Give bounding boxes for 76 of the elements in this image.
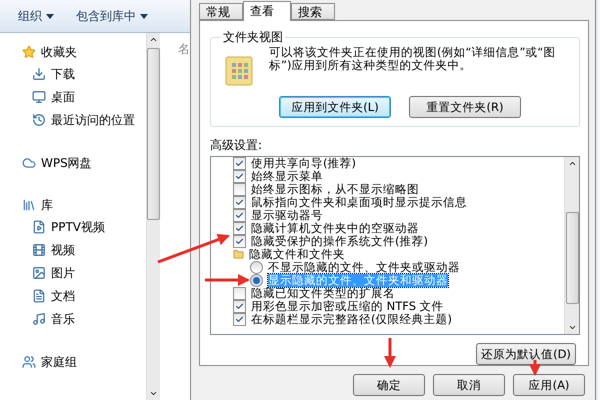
film-icon — [32, 243, 46, 257]
caret-icon — [46, 14, 54, 18]
option-label: 隐藏已知文件类型的扩展名 — [251, 287, 395, 300]
restore-defaults-button[interactable]: 还原为默认值(D) — [476, 343, 576, 365]
annotation-arrow — [384, 338, 396, 368]
nav-item[interactable]: 收藏夹 — [22, 41, 146, 63]
checkbox[interactable] — [233, 196, 246, 209]
option-label: 用彩色显示加密或压缩的 NTFS 文件 — [251, 300, 444, 313]
description-text: 可以将该文件夹正在使用的视图(例如“详细信息”或“图标”)应用到所有这种类型的文件夹中。 — [269, 46, 556, 72]
chevron-down-icon[interactable] — [149, 389, 158, 398]
annotation-arrow — [205, 274, 250, 286]
nav-item[interactable]: PPTV视频 — [32, 216, 146, 238]
option-label: 隐藏计算机文件夹中的空驱动器 — [251, 222, 419, 235]
image-icon — [32, 266, 46, 280]
download-icon — [32, 67, 46, 81]
option-label: 在标题栏显示完整路径(仅限经典主题) — [251, 313, 452, 326]
section-label: 高级设置: — [210, 137, 264, 154]
annotation-arrow — [529, 360, 541, 376]
nav-item[interactable]: 音乐 — [32, 308, 146, 330]
clock-icon — [32, 113, 46, 127]
checkbox[interactable] — [233, 235, 246, 248]
nav-item[interactable]: WPS网盘 — [22, 152, 146, 174]
scrollbar[interactable] — [146, 33, 160, 400]
monitor-icon — [32, 90, 46, 104]
nav-item[interactable]: 最近访问的位置 — [32, 109, 146, 131]
group-label: 隐藏文件和文件夹 — [249, 248, 345, 261]
document-icon — [32, 289, 46, 303]
nav-item[interactable]: 桌面 — [32, 86, 146, 108]
option-label: 使用共享向导(推荐) — [251, 157, 356, 170]
folder-view-button[interactable]: 重置文件夹(R) — [409, 96, 521, 118]
cloud-icon — [22, 156, 36, 170]
option-label: 显示驱动器号 — [251, 209, 323, 222]
star-icon — [22, 45, 36, 59]
checkbox[interactable] — [233, 183, 246, 196]
tab[interactable]: 查看 — [243, 1, 291, 21]
nav-item[interactable]: 图片 — [32, 262, 146, 284]
chevron-up-icon[interactable] — [568, 159, 576, 168]
nav-item[interactable]: 库 — [22, 194, 146, 216]
scrollbar[interactable] — [564, 157, 579, 334]
group-title: 文件夹视图 — [222, 29, 284, 46]
radio-button[interactable] — [250, 274, 263, 287]
option-label: 不显示隐藏的文件、文件夹或驱动器 — [268, 261, 460, 274]
tab[interactable]: 常规 — [199, 3, 243, 20]
option-label: 鼠标指向文件夹和桌面项时显示提示信息 — [251, 196, 467, 209]
music-icon — [32, 312, 46, 326]
caret-icon — [140, 14, 148, 18]
tab[interactable]: 搜索 — [291, 3, 335, 20]
checkbox[interactable] — [233, 170, 246, 183]
folder-view-button[interactable]: 应用到文件夹(L) — [279, 96, 391, 118]
column-header[interactable]: 名 — [178, 42, 190, 56]
dialog-button[interactable]: 确定 — [353, 374, 425, 396]
option-label: 始终显示图标，从不显示缩略图 — [251, 183, 419, 196]
checkbox[interactable] — [233, 287, 246, 300]
checkbox[interactable] — [233, 222, 246, 235]
option-label: 隐藏受保护的操作系统文件(推荐) — [251, 235, 428, 248]
dialog-button[interactable]: 取消 — [433, 374, 505, 396]
checkbox[interactable] — [233, 157, 246, 170]
checkbox[interactable] — [233, 209, 246, 222]
nav-item[interactable]: 视频 — [32, 239, 146, 261]
checkbox[interactable] — [233, 313, 246, 326]
people-icon — [22, 355, 36, 369]
toolbar-menu-button[interactable]: 包含到库中 — [76, 8, 148, 24]
nav-item[interactable]: 下载 — [32, 63, 146, 85]
option-label: 显示隐藏的文件、文件夹和驱动器 — [268, 274, 448, 287]
nav-item[interactable]: 家庭组 — [22, 351, 146, 373]
radio-button[interactable] — [250, 261, 263, 274]
chevron-up-icon[interactable] — [149, 35, 158, 44]
nav-item[interactable]: 文档 — [32, 285, 146, 307]
checkbox[interactable] — [233, 300, 246, 313]
toolbar-menu-button[interactable]: 组织 — [18, 8, 54, 24]
option-label: 始终显示菜单 — [251, 170, 323, 183]
chevron-down-icon[interactable] — [568, 323, 576, 332]
folder-icon — [233, 249, 244, 260]
video-file-icon — [32, 220, 46, 234]
dialog-button[interactable]: 应用(A) — [513, 374, 585, 396]
library-icon — [22, 198, 36, 212]
